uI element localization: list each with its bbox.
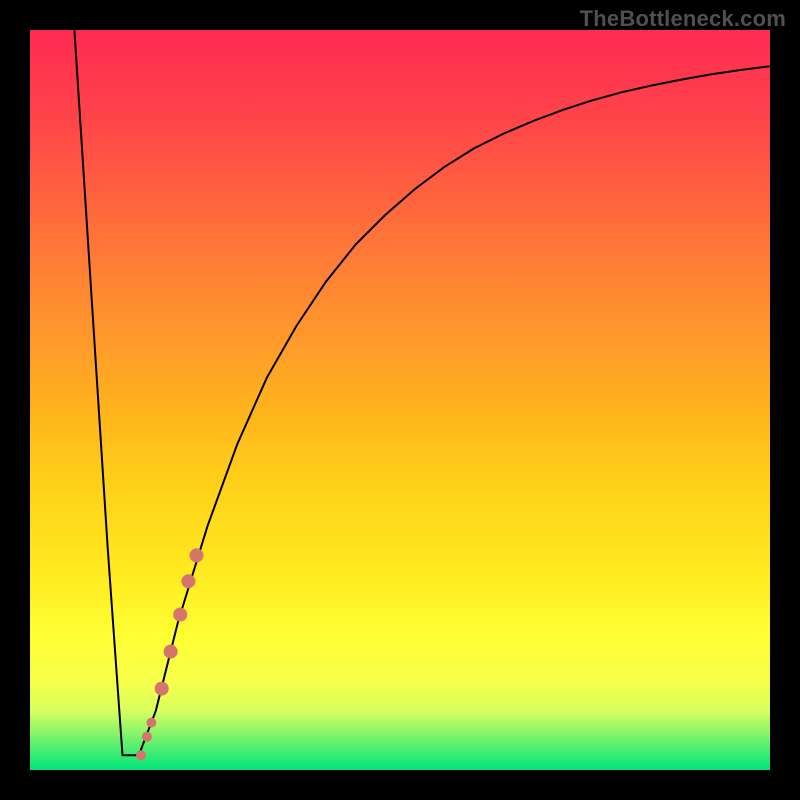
plot-area [30, 30, 770, 770]
highlight-dot [136, 750, 146, 760]
attribution-text: TheBottleneck.com [580, 6, 786, 32]
highlight-dot [173, 608, 187, 622]
highlight-dot [164, 645, 178, 659]
highlight-dot [181, 574, 195, 588]
data-dots [136, 548, 204, 760]
highlight-dot [146, 718, 156, 728]
bottleneck-curve [74, 30, 770, 755]
highlight-dot [155, 682, 169, 696]
highlight-dot [190, 548, 204, 562]
curve-svg [30, 30, 770, 770]
chart-frame: TheBottleneck.com [0, 0, 800, 800]
highlight-dot [142, 732, 152, 742]
